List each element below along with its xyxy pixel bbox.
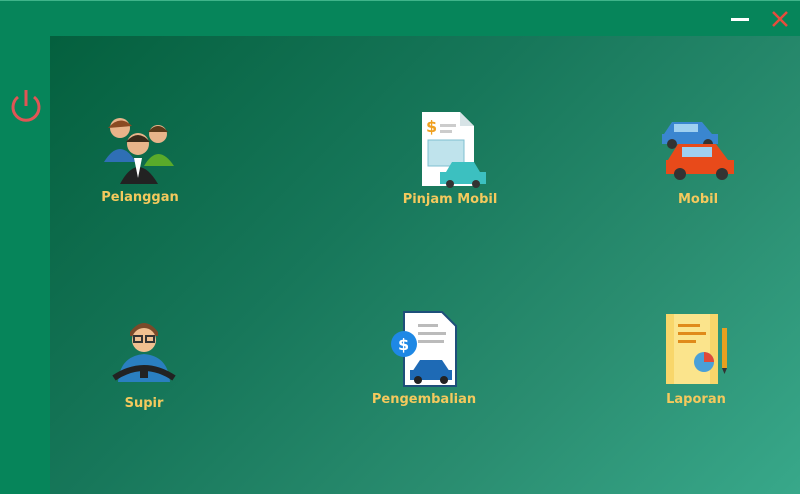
- minimize-icon[interactable]: [728, 7, 752, 31]
- menu-item-label: Mobil: [677, 192, 719, 207]
- menu-item-label: Laporan: [666, 392, 726, 407]
- menu-item-label: Pengembalian: [371, 392, 477, 407]
- menu-item-label: Pinjam Mobil: [402, 192, 498, 207]
- close-icon[interactable]: [768, 7, 792, 31]
- car-rental-invoice-icon: $: [422, 112, 486, 188]
- svg-text:$: $: [398, 335, 409, 354]
- menu-item-pelanggan[interactable]: Pelanggan: [100, 106, 180, 205]
- menu-item-mobil[interactable]: Mobil: [658, 108, 738, 207]
- main-menu-area: Pelanggan $ Pinjam Mobil Mobil Supir $ P…: [50, 36, 800, 494]
- svg-text:$: $: [426, 117, 437, 136]
- menu-item-label: Pelanggan: [101, 190, 179, 205]
- menu-item-supir[interactable]: Supir: [104, 312, 184, 411]
- customers-icon: [104, 118, 174, 184]
- menu-item-pengembalian[interactable]: $ Pengembalian: [368, 308, 480, 407]
- title-bar: [0, 0, 800, 36]
- cars-icon: [662, 122, 734, 180]
- menu-item-label: Supir: [124, 396, 164, 411]
- power-icon[interactable]: [6, 86, 46, 126]
- driver-icon: [112, 323, 176, 382]
- menu-item-laporan[interactable]: Laporan: [656, 308, 736, 407]
- menu-item-pinjam-mobil[interactable]: $ Pinjam Mobil: [390, 108, 510, 207]
- car-return-invoice-icon: $: [391, 311, 457, 387]
- sidebar: [0, 36, 50, 494]
- report-icon: [666, 314, 727, 384]
